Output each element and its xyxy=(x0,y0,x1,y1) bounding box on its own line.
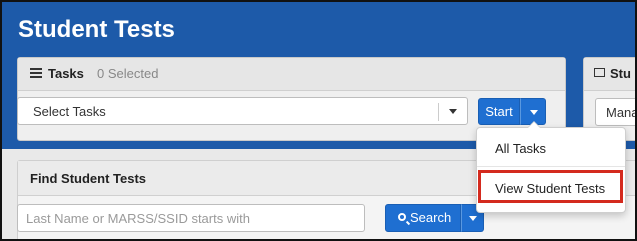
secondary-panel-select[interactable]: Mana xyxy=(595,98,637,126)
secondary-panel-header: Stu xyxy=(584,58,635,91)
search-icon xyxy=(398,213,406,221)
screenshot-frame: Student Tests Tasks 0 Selected Select Ta… xyxy=(0,0,637,241)
secondary-panel-title: Stu xyxy=(610,66,631,81)
caret-down-icon xyxy=(469,216,477,221)
caret-down-icon xyxy=(530,110,538,115)
panel-icon xyxy=(594,68,605,77)
menu-item-all-tasks[interactable]: All Tasks xyxy=(477,139,625,163)
search-button[interactable]: Search xyxy=(385,204,461,232)
menu-item-view-student-tests-label: View Student Tests xyxy=(495,181,606,196)
tasks-list-icon xyxy=(30,68,42,78)
tasks-panel-header: Tasks 0 Selected xyxy=(18,58,565,91)
menu-divider xyxy=(477,166,625,167)
search-button-label: Search xyxy=(410,210,452,225)
secondary-panel-select-text: Mana xyxy=(606,105,637,120)
tasks-title: Tasks xyxy=(48,66,84,81)
menu-item-view-student-tests[interactable]: View Student Tests xyxy=(476,169,624,197)
chevron-down-icon xyxy=(449,109,457,114)
search-input[interactable] xyxy=(17,204,365,232)
page-title: Student Tests xyxy=(18,16,175,43)
select-divider xyxy=(438,103,439,121)
tasks-selected-count: 0 Selected xyxy=(97,66,159,81)
start-button[interactable]: Start xyxy=(478,98,520,125)
select-tasks-dropdown[interactable]: Select Tasks xyxy=(17,97,468,125)
select-tasks-text: Select Tasks xyxy=(33,104,106,119)
find-panel-title: Find Student Tests xyxy=(30,171,147,186)
